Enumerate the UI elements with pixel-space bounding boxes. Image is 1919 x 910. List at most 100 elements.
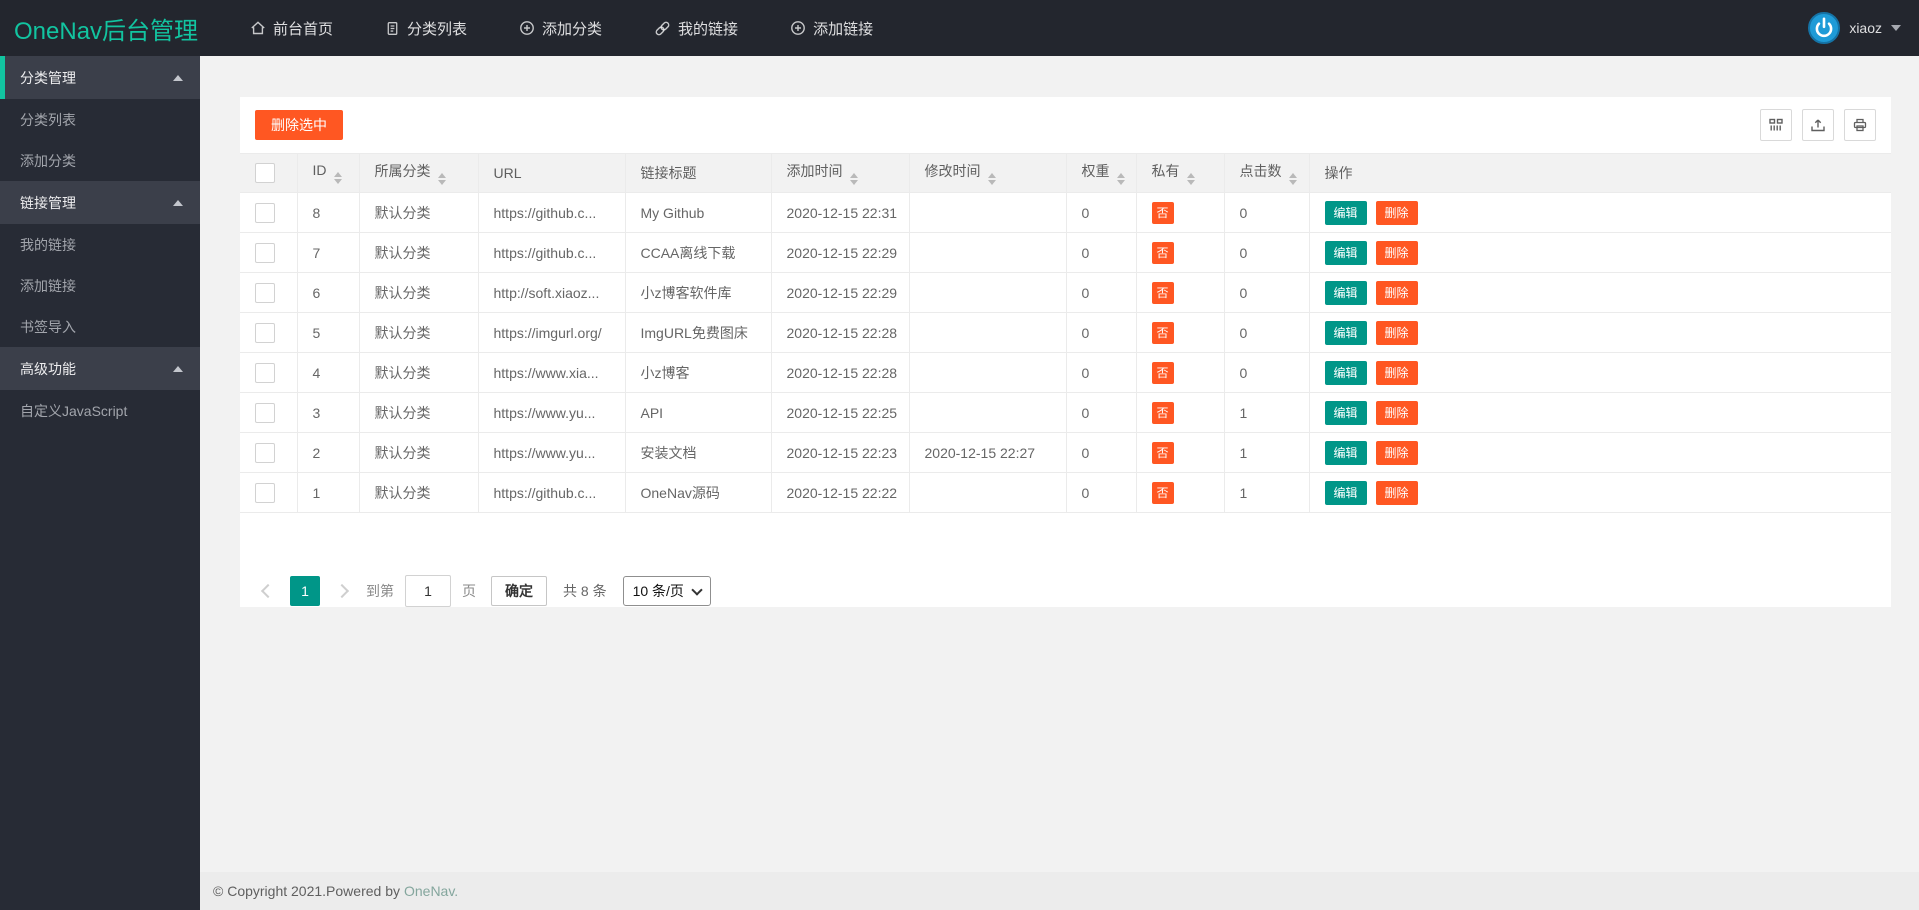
cell-clicks: 0 [1224,193,1309,233]
sort-down-icon [850,180,858,185]
sort-up-icon [334,172,342,177]
sort-icon[interactable] [334,172,342,184]
cell-clicks: 0 [1224,273,1309,313]
print-icon[interactable] [1844,109,1876,141]
cell-id: 1 [297,473,359,513]
delete-button[interactable]: 删除 [1376,361,1418,385]
sidebar-section-0[interactable]: 分类管理 [0,56,200,99]
cell-url: https://github.c... [478,233,625,273]
delete-button[interactable]: 删除 [1376,481,1418,505]
sidebar-item[interactable]: 添加分类 [0,140,200,181]
cell-added-time: 2020-12-15 22:31 [771,193,909,233]
cell-private: 否 [1136,193,1224,233]
nav-item-label: 添加分类 [542,18,602,39]
row-checkbox[interactable] [255,363,275,383]
delete-button[interactable]: 删除 [1376,441,1418,465]
row-checkbox[interactable] [255,443,275,463]
cell-category: 默认分类 [359,193,478,233]
delete-button[interactable]: 删除 [1376,241,1418,265]
select-all-checkbox[interactable] [255,163,275,183]
nav-item-2[interactable]: 添加分类 [493,0,628,56]
links-table: ID所属分类URL链接标题添加时间修改时间权重私有点击数操作 8默认分类http… [240,153,1891,513]
private-badge: 否 [1152,242,1174,264]
nav-item-4[interactable]: 添加链接 [764,0,899,56]
select-all-header-cell [240,154,297,193]
row-checkbox[interactable] [255,203,275,223]
nav-item-1[interactable]: 分类列表 [359,0,493,56]
sort-up-icon [1117,173,1125,178]
plus-circle-icon [790,20,806,36]
columns-icon[interactable] [1760,109,1792,141]
cell-private: 否 [1136,393,1224,433]
cell-url: https://github.c... [478,473,625,513]
sidebar-item[interactable]: 分类列表 [0,99,200,140]
sidebar-item[interactable]: 添加链接 [0,265,200,306]
page-size-select[interactable]: 10 条/页 [623,576,711,606]
cell-actions: 编辑删除 [1309,233,1891,273]
cell-modified-time [909,353,1066,393]
sort-icon[interactable] [988,173,996,185]
column-header-6: 权重 [1066,154,1136,193]
sort-icon[interactable] [1187,173,1195,185]
edit-button[interactable]: 编辑 [1325,481,1367,505]
edit-button[interactable]: 编辑 [1325,201,1367,225]
row-checkbox[interactable] [255,403,275,423]
cell-added-time: 2020-12-15 22:28 [771,313,909,353]
edit-button[interactable]: 编辑 [1325,241,1367,265]
cell-category: 默认分类 [359,433,478,473]
row-checkbox[interactable] [255,243,275,263]
sort-icon[interactable] [850,173,858,185]
row-checkbox[interactable] [255,283,275,303]
nav-item-label: 分类列表 [407,18,467,39]
export-icon[interactable] [1802,109,1834,141]
private-badge: 否 [1152,402,1174,424]
row-checkbox[interactable] [255,483,275,503]
cell-actions: 编辑删除 [1309,193,1891,233]
delete-selected-button[interactable]: 删除选中 [255,110,343,140]
prev-page-button[interactable] [255,576,281,606]
goto-page-input[interactable] [405,575,451,607]
cell-title: API [625,393,771,433]
sort-icon[interactable] [438,173,446,185]
edit-button[interactable]: 编辑 [1325,361,1367,385]
cell-added-time: 2020-12-15 22:22 [771,473,909,513]
sort-icon[interactable] [1117,173,1125,185]
nav-item-label: 我的链接 [678,18,738,39]
sort-icon[interactable] [1289,173,1297,185]
nav-item-3[interactable]: 我的链接 [628,0,764,56]
delete-button[interactable]: 删除 [1376,321,1418,345]
sidebar-item[interactable]: 自定义JavaScript [0,390,200,431]
column-header-label: 权重 [1082,163,1110,179]
cell-title: 安装文档 [625,433,771,473]
edit-button[interactable]: 编辑 [1325,281,1367,305]
current-page-button[interactable]: 1 [290,576,320,606]
row-checkbox[interactable] [255,323,275,343]
cell-category: 默认分类 [359,393,478,433]
nav-item-0[interactable]: 前台首页 [224,0,359,56]
user-menu[interactable]: xiaoz [1790,0,1919,56]
cell-id: 7 [297,233,359,273]
edit-button[interactable]: 编辑 [1325,441,1367,465]
sidebar-item[interactable]: 我的链接 [0,224,200,265]
cell-private: 否 [1136,273,1224,313]
delete-button[interactable]: 删除 [1376,401,1418,425]
cell-id: 3 [297,393,359,433]
cell-weight: 0 [1066,393,1136,433]
confirm-button[interactable]: 确定 [491,576,547,606]
delete-button[interactable]: 删除 [1376,281,1418,305]
cell-url: https://imgurl.org/ [478,313,625,353]
delete-button[interactable]: 删除 [1376,201,1418,225]
edit-button[interactable]: 编辑 [1325,321,1367,345]
sort-down-icon [438,180,446,185]
sidebar-item[interactable]: 书签导入 [0,306,200,347]
next-page-button[interactable] [329,576,355,606]
edit-button[interactable]: 编辑 [1325,401,1367,425]
onenav-link[interactable]: OneNav. [404,883,458,899]
cell-modified-time [909,473,1066,513]
sidebar-section-2[interactable]: 高级功能 [0,347,200,390]
app-logo[interactable]: OneNav后台管理 [0,11,200,46]
cell-clicks: 1 [1224,433,1309,473]
cell-category: 默认分类 [359,313,478,353]
link-icon [654,20,671,37]
sidebar-section-1[interactable]: 链接管理 [0,181,200,224]
